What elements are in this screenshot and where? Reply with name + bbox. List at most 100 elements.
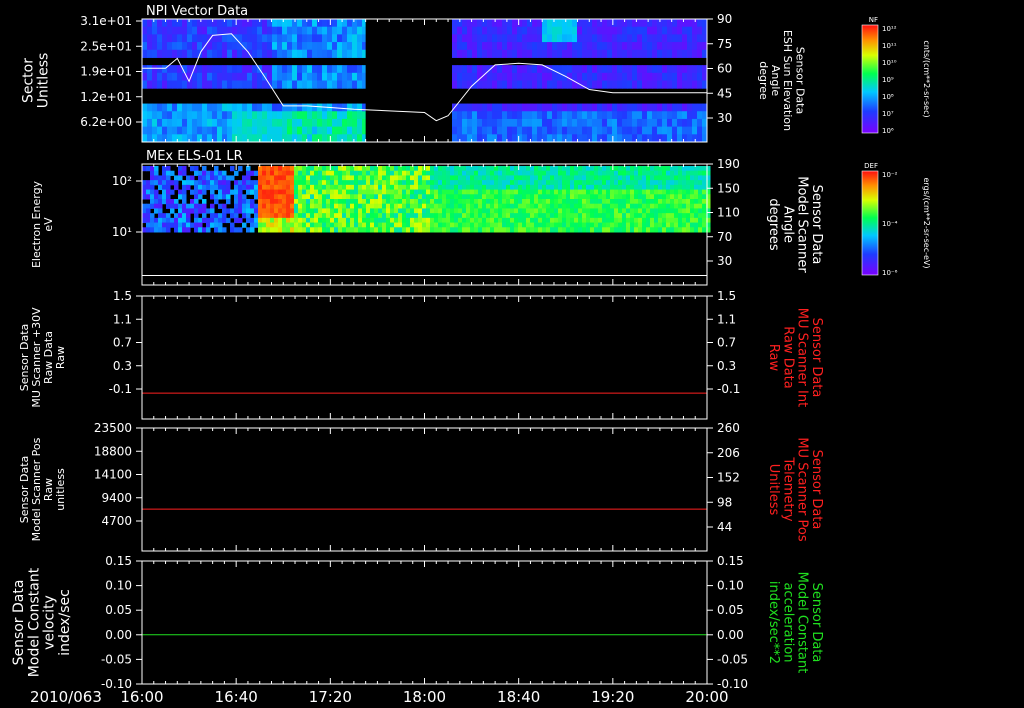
- spectrogram-cell: [692, 111, 698, 120]
- spectrogram-cell: [222, 180, 227, 186]
- spectrogram-cell: [446, 175, 451, 181]
- spectrogram-cell: [502, 166, 507, 172]
- spectrogram-cell: [462, 134, 468, 143]
- spectrogram-cell: [462, 217, 467, 224]
- spectrogram-cell: [217, 26, 223, 35]
- spectrogram-cell: [677, 111, 683, 120]
- spectrogram-cell: [666, 199, 671, 205]
- panel-title: NPI Vector Data: [146, 4, 248, 19]
- spectrogram-cell: [172, 118, 178, 128]
- spectrogram-cell: [517, 26, 523, 35]
- spectrogram-cell: [166, 184, 171, 191]
- spectrogram-cell: [172, 19, 178, 28]
- right-y-tick-label: 0.10: [717, 579, 744, 593]
- spectrogram-cell: [522, 217, 527, 224]
- spectrogram-cell: [290, 194, 295, 200]
- spectrogram-cell: [247, 72, 253, 81]
- spectrogram-cell: [474, 170, 479, 176]
- spectrogram-cell: [322, 49, 328, 58]
- spectrogram-cell: [322, 213, 327, 219]
- spectrogram-cell: [287, 49, 293, 58]
- spectrogram-cell: [527, 134, 533, 143]
- spectrogram-cell: [186, 208, 191, 214]
- spectrogram-cell: [490, 175, 495, 181]
- spectrogram-cell: [578, 203, 583, 209]
- spectrogram-cell: [350, 227, 355, 233]
- spectrogram-cell: [250, 217, 255, 224]
- spectrogram-cell: [542, 126, 548, 135]
- spectrogram-cell: [698, 222, 703, 228]
- spectrogram-cell: [232, 26, 238, 35]
- spectrogram-cell: [586, 170, 591, 176]
- spectrogram-cell: [677, 126, 683, 135]
- spectrogram-cell: [657, 118, 663, 128]
- spectrogram-cell: [310, 217, 315, 224]
- y-tick-label: 3.1e+01: [80, 14, 132, 28]
- spectrogram-cell: [446, 222, 451, 228]
- right-y-axis-label: degrees: [766, 198, 781, 251]
- spectrogram-cell: [414, 180, 419, 186]
- spectrogram-cell: [490, 180, 495, 186]
- stacked-plot: 3.1e+012.5e+011.9e+011.2e+016.2e+0090756…: [0, 0, 1024, 708]
- spectrogram-cell: [162, 103, 168, 112]
- spectrogram-cell: [154, 170, 159, 176]
- spectrogram-cell: [242, 26, 248, 35]
- spectrogram-cell: [670, 199, 675, 205]
- y-tick-label: 0.7: [113, 336, 132, 350]
- spectrogram-cell: [274, 203, 279, 209]
- spectrogram-cell: [434, 194, 439, 200]
- spectrogram-cell: [418, 222, 423, 228]
- spectrogram-cell: [322, 166, 327, 172]
- spectrogram-cell: [166, 213, 171, 219]
- spectrogram-cell: [527, 126, 533, 135]
- spectrogram-cell: [357, 19, 363, 28]
- spectrogram-cell: [466, 199, 471, 205]
- spectrogram-cell: [457, 34, 463, 43]
- spectrogram-cell: [454, 222, 459, 228]
- spectrogram-cell: [562, 34, 568, 43]
- spectrogram-cell: [482, 80, 488, 89]
- spectrogram-cell: [206, 180, 211, 186]
- spectrogram-cell: [162, 170, 167, 176]
- spectrogram-cell: [162, 227, 167, 233]
- spectrogram-cell: [298, 194, 303, 200]
- spectrogram-cell: [450, 208, 455, 214]
- spectrogram-cell: [312, 80, 318, 89]
- spectrogram-cell: [518, 175, 523, 181]
- spectrogram-cell: [614, 222, 619, 228]
- y-tick-label: 14100: [94, 468, 132, 482]
- spectrogram-cell: [212, 26, 218, 35]
- spectrogram-cell: [667, 126, 673, 135]
- spectrogram-cell: [654, 222, 659, 228]
- spectrogram-cell: [622, 217, 627, 224]
- spectrogram-cell: [152, 26, 158, 35]
- spectrogram-cell: [630, 227, 635, 233]
- spectrogram-cell: [142, 118, 148, 128]
- spectrogram-cell: [374, 213, 379, 219]
- spectrogram-cell: [582, 103, 588, 112]
- spectrogram-cell: [562, 111, 568, 120]
- spectrogram-cell: [318, 213, 323, 219]
- spectrogram-cell: [438, 184, 443, 191]
- spectrogram-cell: [650, 213, 655, 219]
- spectrogram-cell: [277, 65, 283, 74]
- spectrogram-cell: [522, 34, 528, 43]
- right-y-axis-label: Sensor Data: [809, 318, 824, 398]
- spectrogram-cell: [212, 49, 218, 58]
- spectrogram-cell: [527, 80, 533, 89]
- spectrogram-cell: [522, 49, 528, 58]
- spectrogram-cell: [527, 103, 533, 112]
- spectrogram-cell: [647, 103, 653, 112]
- spectrogram-cell: [178, 166, 183, 172]
- colorbar-tick-label: 10⁻²: [882, 171, 898, 179]
- spectrogram-cell: [162, 222, 167, 228]
- spectrogram-cell: [378, 217, 383, 224]
- spectrogram-cell: [662, 134, 668, 143]
- spectrogram-cell: [462, 170, 467, 176]
- spectrogram-cell: [454, 184, 459, 191]
- spectrogram-cell: [446, 213, 451, 219]
- spectrogram-cell: [406, 222, 411, 228]
- spectrogram-cell: [522, 126, 528, 135]
- spectrogram-cell: [162, 19, 168, 28]
- spectrogram-cell: [472, 34, 478, 43]
